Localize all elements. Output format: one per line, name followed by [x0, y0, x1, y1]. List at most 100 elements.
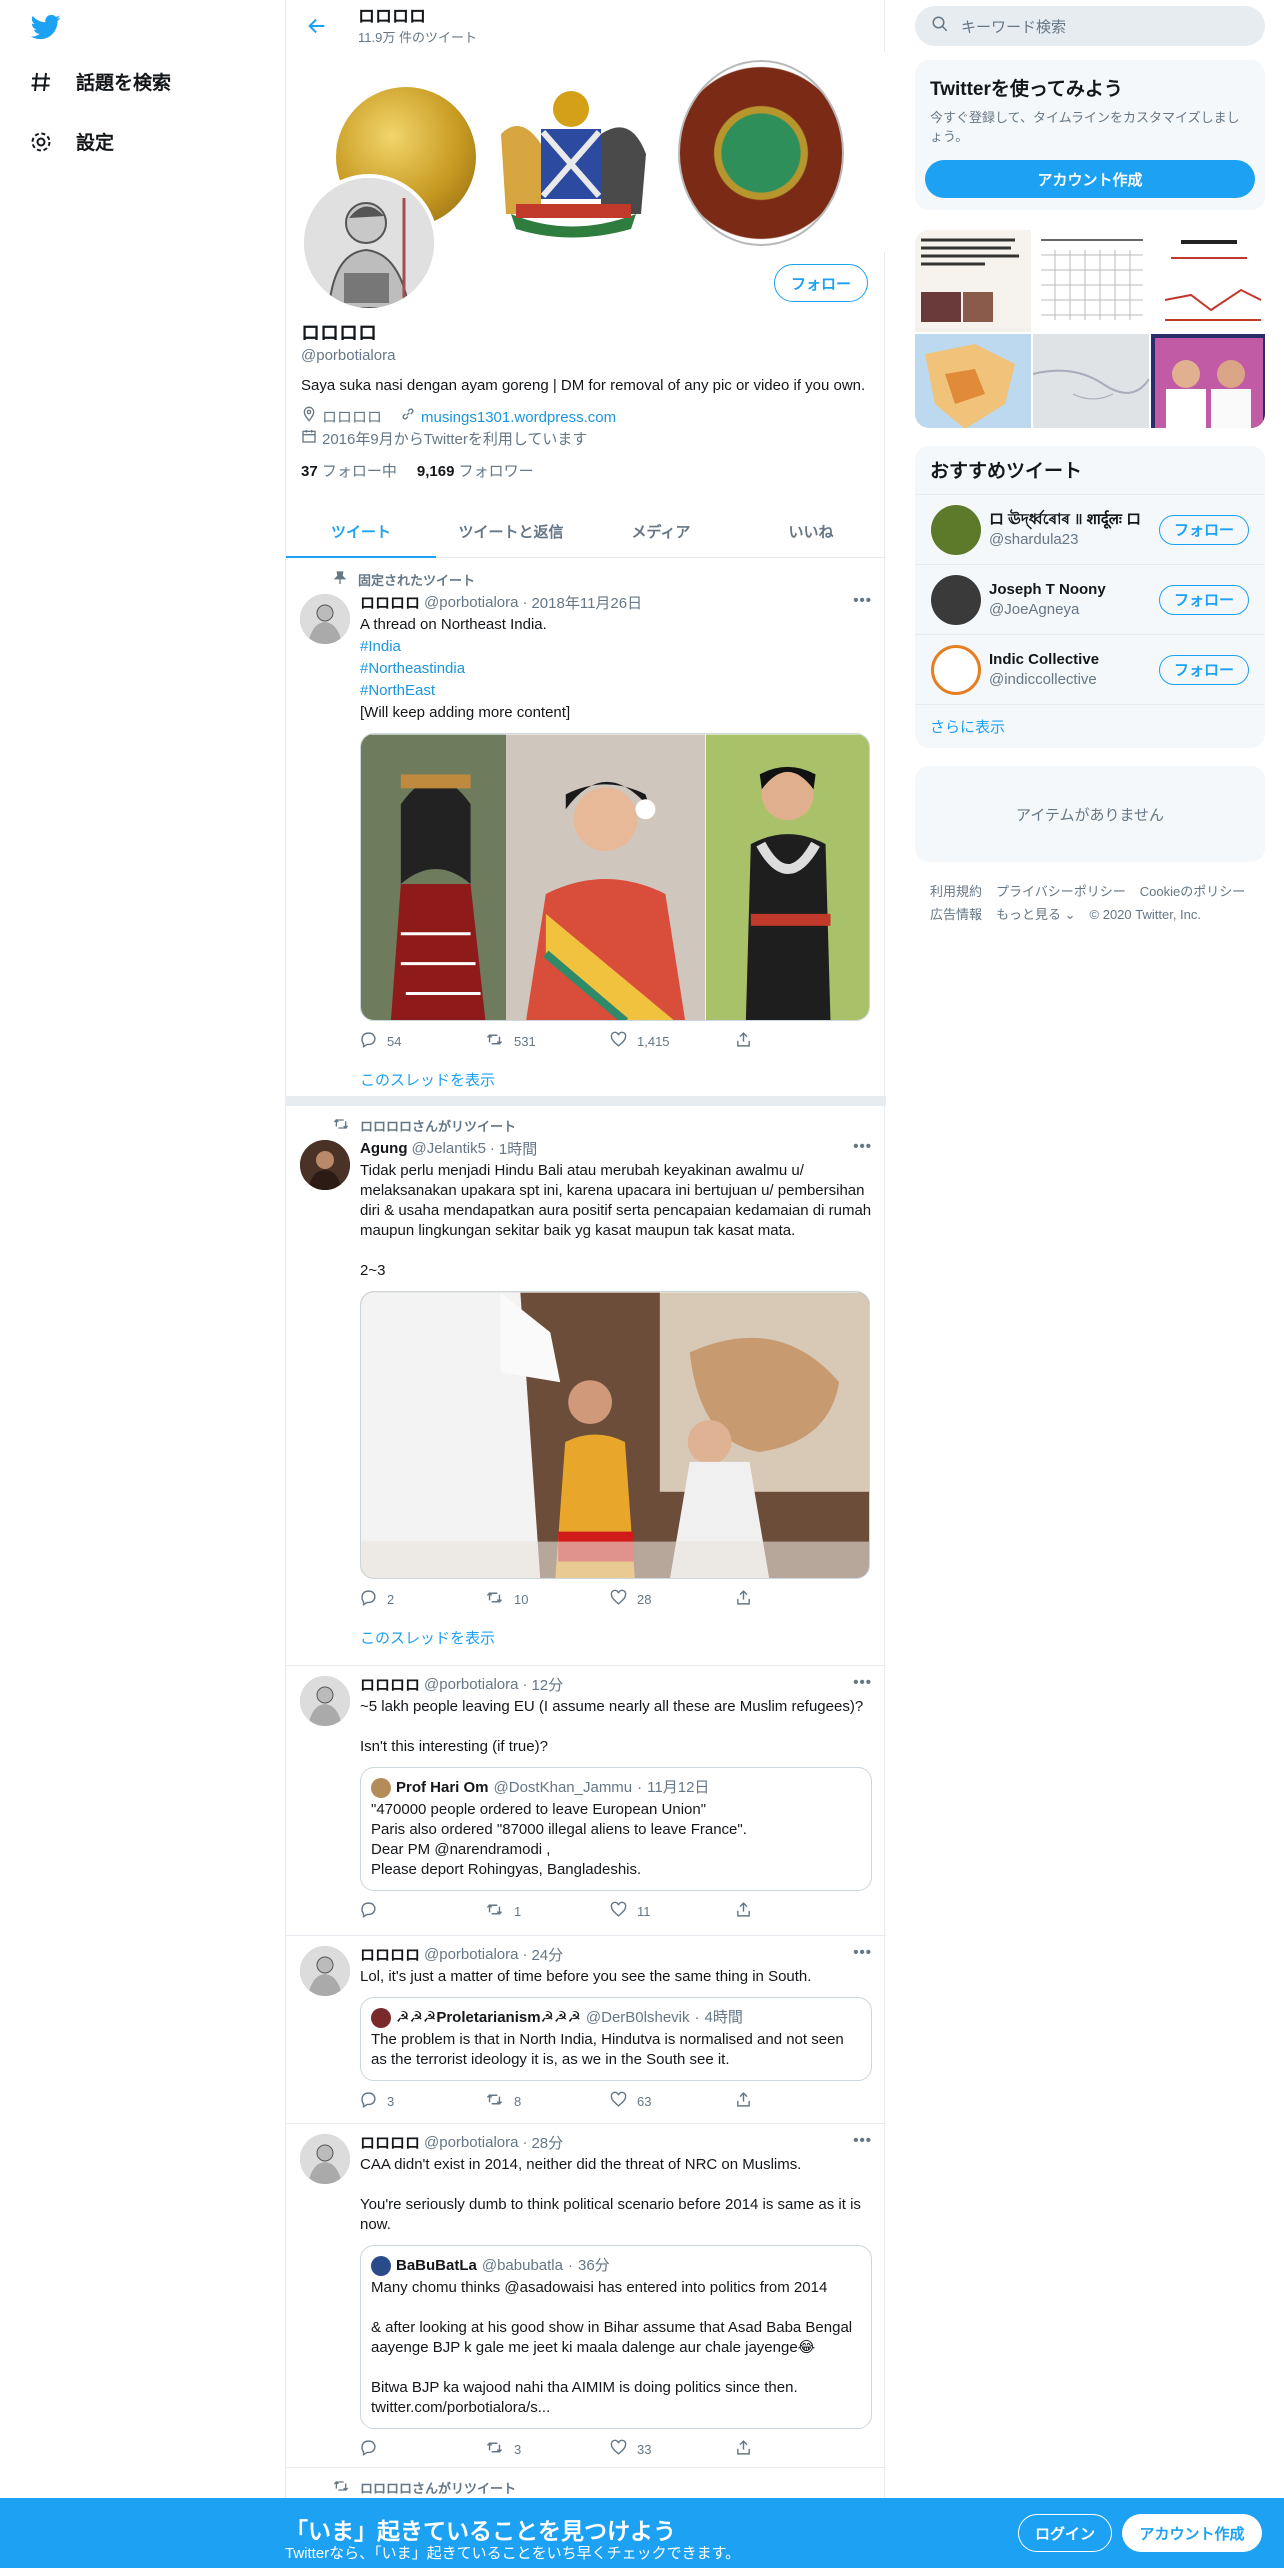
retweet-action[interactable]: 10 — [485, 1589, 610, 1609]
tweet-quote-1[interactable]: ロロロロ @porbotialora · 12分 ••• ~5 lakh peo… — [286, 1666, 886, 1936]
footer-link[interactable]: Cookieのポリシー — [1140, 884, 1245, 899]
suggested-user[interactable]: Indic Collective @indiccollective フォロー — [915, 634, 1265, 704]
like-action[interactable]: 11 — [610, 1901, 735, 1921]
tweet-author-handle[interactable]: @porbotialora — [424, 1676, 518, 1693]
media-thumb[interactable] — [1032, 334, 1150, 428]
share-action[interactable] — [735, 1031, 860, 1051]
tab-media[interactable]: メディア — [586, 506, 736, 557]
tweet-author-name[interactable]: ロロロロ — [360, 592, 420, 613]
nav-explore[interactable]: 話題を検索 — [28, 68, 171, 95]
website-link[interactable]: musings1301.wordpress.com — [421, 407, 616, 428]
tweet-quote-2[interactable]: ロロロロ @porbotialora · 24分 ••• Lol, it's j… — [286, 1936, 886, 2124]
reply-action[interactable]: 54 — [360, 1031, 485, 1051]
retweet-action[interactable]: 3 — [485, 2439, 610, 2459]
tweet-time[interactable]: 28分 — [531, 2132, 563, 2153]
twitter-logo-icon[interactable] — [28, 12, 64, 42]
tweet-quote-3[interactable]: ロロロロ @porbotialora · 28分 ••• CAA didn't … — [286, 2124, 886, 2468]
quoted-tweet[interactable]: Prof Hari Om @DostKhan_Jammu · 11月12日 "4… — [360, 1767, 872, 1891]
media-thumb[interactable] — [1151, 230, 1265, 332]
more-options-icon[interactable]: ••• — [853, 1944, 872, 1961]
hashtag-link[interactable]: #Northeastindia — [360, 660, 465, 677]
footer-link[interactable]: 広告情報 — [930, 907, 982, 922]
tweet-avatar[interactable] — [300, 2134, 350, 2184]
tab-likes[interactable]: いいね — [736, 506, 886, 557]
more-options-icon[interactable]: ••• — [853, 1674, 872, 1691]
tweet-pinned[interactable]: 固定されたツイート ロロロロ @porbotialora · 2018年11月2… — [286, 558, 886, 1095]
show-thread-link[interactable]: このスレッドを表示 — [360, 1627, 872, 1648]
like-action[interactable]: 1,415 — [610, 1031, 735, 1051]
tweet-time[interactable]: 12分 — [531, 1674, 563, 1695]
create-account-button[interactable]: アカウント作成 — [925, 160, 1255, 198]
nav-settings[interactable]: 設定 — [28, 128, 114, 155]
tweet-author-handle[interactable]: @Jelantik5 — [411, 1140, 485, 1157]
followers-stat[interactable]: 9,169 フォロワー — [417, 460, 534, 481]
retweet-action[interactable]: 531 — [485, 1031, 610, 1051]
tweet-time[interactable]: 24分 — [531, 1944, 563, 1965]
quote-text: Many chomu thinks @asadowaisi has entere… — [371, 2279, 853, 2416]
signup-button[interactable]: アカウント作成 — [1122, 2514, 1262, 2552]
tab-tweets-replies[interactable]: ツイートと返信 — [436, 506, 586, 557]
hashtag-link[interactable]: #India — [360, 638, 401, 655]
media-thumb[interactable] — [1151, 334, 1265, 428]
hashtag-link[interactable]: #NorthEast — [360, 682, 435, 699]
reply-action[interactable] — [360, 2439, 485, 2459]
heart-icon — [610, 1589, 627, 1609]
follow-button[interactable]: フォロー — [1158, 584, 1249, 615]
more-options-icon[interactable]: ••• — [853, 592, 872, 609]
share-action[interactable] — [735, 2439, 860, 2459]
profile-avatar[interactable] — [300, 174, 438, 312]
tweet-author-name[interactable]: Agung — [360, 1140, 407, 1157]
more-options-icon[interactable]: ••• — [853, 2132, 872, 2149]
follow-button[interactable]: フォロー — [1158, 514, 1249, 545]
footer-link[interactable]: 利用規約 — [930, 884, 982, 899]
tweet-avatar[interactable] — [300, 594, 350, 644]
tweet-author-name[interactable]: ロロロロ — [360, 1674, 420, 1695]
quoted-tweet[interactable]: ☭☭☭Proletarianism☭☭☭ @DerB0lshevik · 4時間… — [360, 1997, 872, 2081]
show-more-link[interactable]: さらに表示 — [915, 704, 1265, 748]
media-thumb[interactable] — [1033, 230, 1149, 332]
search-box[interactable]: キーワード検索 — [915, 6, 1265, 46]
back-arrow-icon[interactable] — [306, 15, 328, 37]
tab-tweets[interactable]: ツイート — [286, 506, 436, 558]
tweet-author-handle[interactable]: @porbotialora — [424, 594, 518, 611]
suggested-user[interactable]: Joseph T Noony @JoeAgneya フォロー — [915, 564, 1265, 634]
retweet-action[interactable]: 1 — [485, 1901, 610, 1921]
tweet-avatar[interactable] — [300, 1946, 350, 1996]
tweet-avatar[interactable] — [300, 1676, 350, 1726]
tweet-time[interactable]: 1時間 — [499, 1138, 537, 1159]
share-action[interactable] — [735, 2091, 860, 2111]
retweet-action[interactable]: 8 — [485, 2091, 610, 2111]
reply-action[interactable] — [360, 1901, 485, 1921]
tweet-author-handle[interactable]: @porbotialora — [424, 1946, 518, 1963]
follow-button[interactable]: フォロー — [773, 264, 868, 302]
tweet-author-handle[interactable]: @porbotialora — [424, 2134, 518, 2151]
footer-link[interactable]: もっと見る ⌄ — [996, 907, 1076, 922]
following-stat[interactable]: 37 フォロー中 — [301, 460, 397, 481]
show-thread-link[interactable]: このスレッドを表示 — [360, 1069, 872, 1090]
tweet-author-name[interactable]: ロロロロ — [360, 1944, 420, 1965]
media-thumb[interactable] — [915, 334, 1031, 428]
tweet-avatar[interactable] — [300, 1140, 350, 1190]
reply-action[interactable]: 3 — [360, 2091, 485, 2111]
share-action[interactable] — [735, 1589, 860, 1609]
like-action[interactable]: 63 — [610, 2091, 735, 2111]
tweet-body: ロロロロ @porbotialora · 24分 ••• Lol, it's j… — [360, 1944, 872, 2111]
follow-button[interactable]: フォロー — [1158, 654, 1249, 685]
more-options-icon[interactable]: ••• — [853, 1138, 872, 1155]
reply-action[interactable]: 2 — [360, 1589, 485, 1609]
tweet-retweeted[interactable]: ロロロロさんがリツイート Agung @Jelantik5 · 1時間 ••• … — [286, 1106, 886, 1666]
like-action[interactable]: 28 — [610, 1589, 735, 1609]
login-button[interactable]: ログイン — [1018, 2514, 1112, 2552]
tweet-media[interactable] — [360, 733, 870, 1021]
share-action[interactable] — [735, 1901, 860, 1921]
reply-icon — [360, 2091, 377, 2111]
tweet-actions: 1 11 — [360, 1901, 872, 1921]
tweet-media[interactable] — [360, 1291, 870, 1579]
tweet-time[interactable]: 2018年11月26日 — [531, 592, 642, 613]
suggested-user[interactable]: ロ ঊৰ্দ্ধ্বৰোৰ ॥ शार्दूलः ロ @shardula23 フォ… — [915, 494, 1265, 564]
like-action[interactable]: 33 — [610, 2439, 735, 2459]
footer-link[interactable]: プライバシーポリシー — [996, 884, 1126, 899]
media-thumb[interactable] — [915, 230, 1031, 332]
quoted-tweet[interactable]: BaBuBatLa @babubatla · 36分 Many chomu th… — [360, 2245, 872, 2429]
tweet-author-name[interactable]: ロロロロ — [360, 2132, 420, 2153]
